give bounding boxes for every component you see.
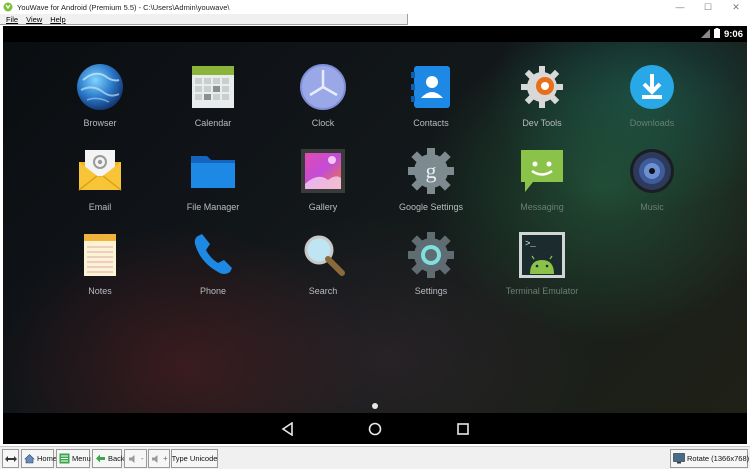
- back-arrow-icon: [95, 453, 106, 465]
- browser-icon: [75, 62, 125, 112]
- home-button[interactable]: Home: [21, 449, 58, 468]
- file-manager-icon: [188, 146, 238, 196]
- app-messaging[interactable]: Messaging: [487, 146, 597, 212]
- app-label: Downloads: [629, 118, 675, 128]
- notes-icon: [75, 230, 125, 280]
- app-label: Settings: [414, 286, 448, 296]
- svg-text:>_: >_: [525, 239, 536, 249]
- android-screen[interactable]: 9:06 Browser Calendar Clock Contacts Dev…: [3, 26, 747, 444]
- gallery-icon: [298, 146, 348, 196]
- home-icon[interactable]: [355, 413, 395, 444]
- speaker-icon: [151, 453, 161, 465]
- app-label: Phone: [199, 286, 227, 296]
- close-button[interactable]: ✕: [722, 0, 750, 14]
- downloads-icon: [627, 62, 677, 112]
- double-arrow-icon: [4, 453, 17, 465]
- app-clock[interactable]: Clock: [268, 62, 378, 128]
- menu-file[interactable]: File: [6, 15, 18, 24]
- menu-icon: [59, 453, 70, 465]
- window-titlebar: YouWave for Android (Premium 5.5) - C:\U…: [0, 0, 750, 14]
- minimize-button[interactable]: —: [666, 0, 694, 14]
- app-downloads[interactable]: Downloads: [597, 62, 707, 128]
- app-label: Gallery: [308, 202, 338, 212]
- calendar-icon: [188, 62, 238, 112]
- app-browser[interactable]: Browser: [45, 62, 155, 128]
- home-label: Home: [37, 454, 58, 463]
- app-label: Music: [640, 202, 664, 212]
- youwave-logo-icon: [3, 2, 13, 12]
- search-icon: [298, 230, 348, 280]
- settings-icon: [406, 230, 456, 280]
- app-label: Contacts: [413, 118, 449, 128]
- app-search[interactable]: Search: [268, 230, 378, 296]
- app-label: File Manager: [186, 202, 240, 212]
- app-label: Calendar: [194, 118, 232, 128]
- menu-label: Menu: [72, 454, 91, 463]
- house-icon: [24, 453, 35, 465]
- menubar: File View Help: [0, 14, 408, 25]
- google-settings-icon: g: [406, 146, 456, 196]
- app-label: Browser: [83, 118, 117, 128]
- type-unicode-label: Type Unicode: [171, 454, 218, 463]
- window-controls: — ☐ ✕: [666, 0, 750, 14]
- volume-up-label: +: [163, 454, 168, 463]
- volume-down-button[interactable]: -: [124, 449, 147, 468]
- menu-view[interactable]: View: [26, 15, 42, 24]
- app-label: Email: [88, 202, 112, 212]
- double-arrow-button[interactable]: [2, 449, 19, 468]
- maximize-button[interactable]: ☐: [694, 0, 722, 14]
- app-settings[interactable]: Settings: [376, 230, 486, 296]
- terminal-icon: >_: [517, 230, 567, 280]
- app-music[interactable]: Music: [597, 146, 707, 212]
- volume-up-button[interactable]: +: [148, 449, 170, 468]
- music-icon: [627, 146, 677, 196]
- phone-icon: [188, 230, 238, 280]
- app-contacts[interactable]: Contacts: [376, 62, 486, 128]
- app-grid: Browser Calendar Clock Contacts Dev Tool…: [3, 26, 747, 406]
- back-button[interactable]: Back: [92, 449, 125, 468]
- app-label: Search: [308, 286, 338, 296]
- youwave-toolbar: Home Menu Back - + Type Unicode Rotate (…: [0, 446, 750, 469]
- app-label: Clock: [311, 118, 335, 128]
- contacts-icon: [406, 62, 456, 112]
- android-navbar: [3, 413, 747, 444]
- app-label: Terminal Emulator: [505, 286, 579, 296]
- volume-down-label: -: [141, 454, 144, 463]
- app-label: Messaging: [520, 202, 564, 212]
- app-terminal-emulator[interactable]: >_ Terminal Emulator: [487, 230, 597, 296]
- back-label: Back: [108, 454, 125, 463]
- type-unicode-button[interactable]: Type Unicode: [171, 449, 218, 468]
- back-icon[interactable]: [268, 413, 308, 444]
- menu-help[interactable]: Help: [50, 15, 65, 24]
- app-label: Dev Tools: [522, 118, 562, 128]
- menu-button[interactable]: Menu: [56, 449, 91, 468]
- dev-tools-icon: [517, 62, 567, 112]
- app-notes[interactable]: Notes: [45, 230, 155, 296]
- rotate-label: Rotate (1366x768): [687, 454, 750, 463]
- app-phone[interactable]: Phone: [158, 230, 268, 296]
- app-dev-tools[interactable]: Dev Tools: [487, 62, 597, 128]
- app-label: Notes: [88, 286, 112, 296]
- menubar-filler: [408, 14, 750, 26]
- window-title: YouWave for Android (Premium 5.5) - C:\U…: [17, 2, 230, 12]
- page-indicator-dot: [372, 403, 378, 409]
- speaker-icon: [127, 453, 139, 465]
- email-icon: [75, 146, 125, 196]
- rotate-button[interactable]: Rotate (1366x768): [670, 449, 750, 468]
- recents-icon[interactable]: [443, 413, 483, 444]
- monitor-icon: [673, 453, 685, 465]
- app-gallery[interactable]: Gallery: [268, 146, 378, 212]
- app-file-manager[interactable]: File Manager: [158, 146, 268, 212]
- app-google-settings[interactable]: g Google Settings: [376, 146, 486, 212]
- app-calendar[interactable]: Calendar: [158, 62, 268, 128]
- messaging-icon: [517, 146, 567, 196]
- app-email[interactable]: Email: [45, 146, 155, 212]
- app-label: Google Settings: [398, 202, 464, 212]
- svg-text:g: g: [426, 158, 437, 183]
- clock-icon: [298, 62, 348, 112]
